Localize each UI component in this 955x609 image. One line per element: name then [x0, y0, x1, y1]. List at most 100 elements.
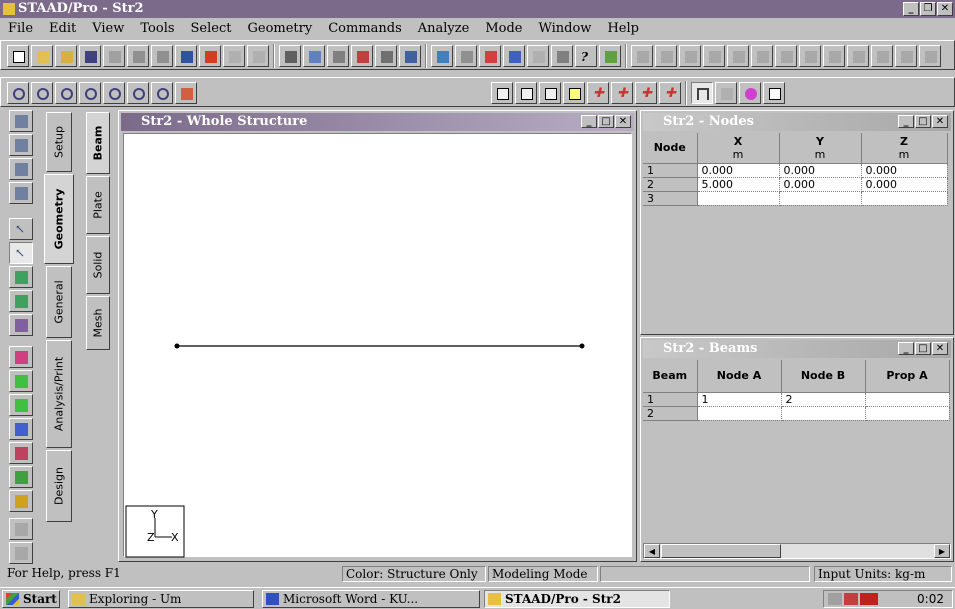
section-display-icon[interactable] — [763, 82, 785, 104]
table-row[interactable]: 1 0.000 0.000 0.000 — [643, 163, 948, 178]
disabled-tool-13[interactable] — [919, 45, 941, 67]
disabled-tool-4[interactable] — [703, 45, 725, 67]
setup-tool-4[interactable] — [9, 182, 33, 204]
disabled-tool-6[interactable] — [751, 45, 773, 67]
column-header-y[interactable]: Ym — [779, 133, 862, 164]
table-button[interactable] — [247, 45, 269, 67]
scroll-left-icon[interactable]: ◀ — [644, 544, 660, 558]
measure-button[interactable] — [551, 45, 573, 67]
zoom-all-icon[interactable] — [151, 82, 173, 104]
volume-icon[interactable] — [844, 593, 858, 605]
minimize-button[interactable]: _ — [898, 115, 914, 128]
cut-button[interactable] — [127, 45, 149, 67]
wizard-button[interactable] — [599, 45, 621, 67]
menu-select[interactable]: Select — [183, 21, 240, 36]
subtab-plate[interactable]: Plate — [86, 176, 110, 234]
subtab-beam[interactable]: Beam — [86, 112, 110, 174]
maximize-button[interactable]: □ — [915, 342, 931, 355]
menu-view[interactable]: View — [84, 21, 132, 36]
column-header-node[interactable]: Node — [643, 133, 698, 164]
column-header-beam[interactable]: Beam — [643, 360, 698, 393]
structure-view-button[interactable] — [431, 45, 453, 67]
task-staad[interactable]: STAAD/Pro - Str2 — [484, 590, 670, 608]
dimension-button[interactable] — [455, 45, 477, 67]
disabled-tool-b[interactable] — [9, 542, 33, 564]
render-icon[interactable] — [739, 82, 761, 104]
menu-commands[interactable]: Commands — [320, 21, 410, 36]
menu-help[interactable]: Help — [599, 21, 647, 36]
menu-tools[interactable]: Tools — [132, 21, 182, 36]
rotate-down-icon[interactable]: ✚ — [611, 82, 633, 104]
general-tool-3[interactable] — [9, 394, 33, 416]
general-tool-1[interactable] — [9, 346, 33, 368]
column-header-x[interactable]: Xm — [697, 133, 780, 164]
export-button[interactable] — [399, 45, 421, 67]
subtab-solid[interactable]: Solid — [86, 236, 110, 294]
staad-app-icon[interactable] — [3, 3, 15, 15]
report-button[interactable] — [375, 45, 397, 67]
close-button[interactable]: ✕ — [615, 115, 631, 128]
close-button[interactable]: ✕ — [932, 115, 948, 128]
zoom-dynamic-icon[interactable] — [103, 82, 125, 104]
task-word[interactable]: Microsoft Word - KU... — [262, 590, 480, 608]
print-preview-button[interactable] — [103, 45, 125, 67]
geometry-tool-1[interactable] — [9, 266, 33, 288]
restore-button[interactable]: ❐ — [920, 2, 936, 16]
node-1[interactable] — [174, 343, 180, 349]
scroll-thumb[interactable] — [661, 544, 781, 558]
setup-tool-3[interactable] — [9, 158, 33, 180]
side-view-icon[interactable] — [539, 82, 561, 104]
nodes-title-bar[interactable]: Str2 - Nodes _ □ ✕ — [643, 113, 951, 131]
take-picture-button[interactable] — [351, 45, 373, 67]
tab-analysis-print[interactable]: Analysis/Print — [46, 340, 72, 448]
disabled-tool-12[interactable] — [895, 45, 917, 67]
label-button[interactable] — [527, 45, 549, 67]
load-display-icon[interactable] — [715, 82, 737, 104]
pan-icon[interactable] — [175, 82, 197, 104]
isometric-view-icon[interactable] — [491, 82, 513, 104]
clock-time[interactable]: 0:02 — [917, 592, 944, 606]
front-view-icon[interactable] — [515, 82, 537, 104]
tab-design[interactable]: Design — [46, 450, 72, 522]
open-folder-button[interactable] — [55, 45, 77, 67]
node-dimension-button[interactable] — [479, 45, 501, 67]
subtab-mesh[interactable]: Mesh — [86, 296, 110, 350]
disabled-tool-5[interactable] — [727, 45, 749, 67]
beams-title-bar[interactable]: Str2 - Beams _ □ ✕ — [643, 340, 951, 358]
table-row[interactable]: 2 5.000 0.000 0.000 — [643, 177, 948, 192]
beam-dimension-button[interactable] — [503, 45, 525, 67]
redo-button[interactable] — [199, 45, 221, 67]
open-file-button[interactable] — [31, 45, 53, 67]
save-button[interactable] — [79, 45, 101, 67]
minimize-button[interactable]: _ — [581, 115, 597, 128]
disabled-tool-8[interactable] — [799, 45, 821, 67]
task-exploring[interactable]: Exploring - Um — [68, 590, 254, 608]
zoom-window-icon[interactable] — [55, 82, 77, 104]
general-tool-2[interactable] — [9, 370, 33, 392]
menu-edit[interactable]: Edit — [41, 21, 84, 36]
help-query-button[interactable]: ? — [575, 45, 597, 67]
general-tool-6[interactable] — [9, 466, 33, 488]
general-tool-4[interactable] — [9, 418, 33, 440]
tab-setup[interactable]: Setup — [46, 112, 72, 172]
new-file-button[interactable] — [7, 45, 29, 67]
setup-tool-2[interactable] — [9, 134, 33, 156]
disabled-tool-2[interactable] — [655, 45, 677, 67]
tab-geometry[interactable]: Geometry — [44, 174, 74, 264]
undo-button[interactable] — [175, 45, 197, 67]
paste-button[interactable] — [151, 45, 173, 67]
column-header-z[interactable]: Zm — [861, 133, 948, 164]
disabled-tool-10[interactable] — [847, 45, 869, 67]
zoom-plus-icon[interactable] — [31, 82, 53, 104]
rotate-up-icon[interactable]: ✚ — [587, 82, 609, 104]
zoom-window-button[interactable] — [303, 45, 325, 67]
tab-general[interactable]: General — [46, 266, 72, 338]
minimize-button[interactable]: _ — [898, 342, 914, 355]
top-view-icon[interactable] — [563, 82, 585, 104]
table-row[interactable]: 1 1 2 — [643, 392, 950, 407]
grid-button[interactable] — [223, 45, 245, 67]
scroll-right-icon[interactable]: ▶ — [934, 544, 950, 558]
zoom-out-icon[interactable] — [79, 82, 101, 104]
disabled-tool-a[interactable] — [9, 518, 33, 540]
menu-analyze[interactable]: Analyze — [410, 21, 478, 36]
